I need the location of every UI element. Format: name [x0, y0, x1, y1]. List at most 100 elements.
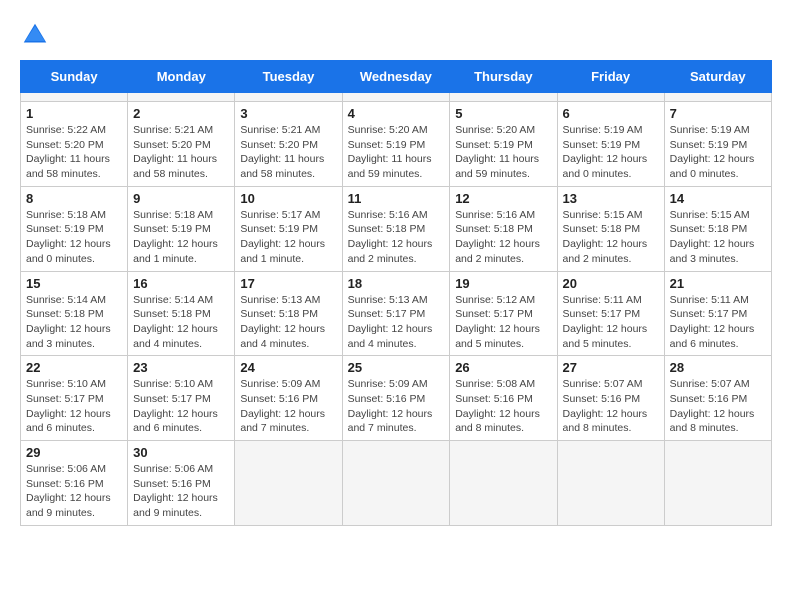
calendar: SundayMondayTuesdayWednesdayThursdayFrid…	[20, 60, 772, 526]
calendar-cell: 19 Sunrise: 5:12 AMSunset: 5:17 PMDayligh…	[450, 271, 557, 356]
calendar-cell: 20 Sunrise: 5:11 AMSunset: 5:17 PMDayligh…	[557, 271, 664, 356]
calendar-cell: 8 Sunrise: 5:18 AMSunset: 5:19 PMDaylight…	[21, 186, 128, 271]
calendar-cell	[235, 93, 342, 102]
day-info: Sunrise: 5:11 AMSunset: 5:17 PMDaylight:…	[563, 293, 659, 352]
day-info: Sunrise: 5:13 AMSunset: 5:18 PMDaylight:…	[240, 293, 336, 352]
day-info: Sunrise: 5:16 AMSunset: 5:18 PMDaylight:…	[348, 208, 445, 267]
day-number: 2	[133, 106, 229, 121]
day-info: Sunrise: 5:09 AMSunset: 5:16 PMDaylight:…	[240, 377, 336, 436]
calendar-week-4: 15Sunrise: 5:14 AMSunset: 5:18 PMDayligh…	[21, 271, 772, 356]
day-info: Sunrise: 5:20 AMSunset: 5:19 PMDaylight:…	[455, 123, 551, 182]
calendar-cell: 26 Sunrise: 5:08 AMSunset: 5:16 PMDayligh…	[450, 356, 557, 441]
day-info: Sunrise: 5:17 AMSunset: 5:19 PMDaylight:…	[240, 208, 336, 267]
day-number: 21	[670, 276, 766, 291]
calendar-cell: 25Sunrise: 5:09 AMSunset: 5:16 PMDayligh…	[342, 356, 450, 441]
calendar-week-6: 29 Sunrise: 5:06 AMSunset: 5:16 PMDayligh…	[21, 441, 772, 526]
calendar-cell: 5 Sunrise: 5:20 AMSunset: 5:19 PMDaylight…	[450, 102, 557, 187]
calendar-cell: 27Sunrise: 5:07 AMSunset: 5:16 PMDayligh…	[557, 356, 664, 441]
day-number: 29	[26, 445, 122, 460]
day-number: 5	[455, 106, 551, 121]
day-header-monday: Monday	[128, 61, 235, 93]
day-number: 9	[133, 191, 229, 206]
logo	[20, 20, 54, 50]
calendar-week-1	[21, 93, 772, 102]
day-header-tuesday: Tuesday	[235, 61, 342, 93]
calendar-cell: 2 Sunrise: 5:21 AMSunset: 5:20 PMDaylight…	[128, 102, 235, 187]
day-number: 19	[455, 276, 551, 291]
calendar-cell: 17Sunrise: 5:13 AMSunset: 5:18 PMDayligh…	[235, 271, 342, 356]
calendar-cell	[342, 93, 450, 102]
day-number: 30	[133, 445, 229, 460]
calendar-cell	[664, 441, 771, 526]
day-info: Sunrise: 5:11 AMSunset: 5:17 PMDaylight:…	[670, 293, 766, 352]
day-info: Sunrise: 5:14 AMSunset: 5:18 PMDaylight:…	[133, 293, 229, 352]
day-number: 10	[240, 191, 336, 206]
day-number: 6	[563, 106, 659, 121]
calendar-cell: 16Sunrise: 5:14 AMSunset: 5:18 PMDayligh…	[128, 271, 235, 356]
calendar-cell	[128, 93, 235, 102]
calendar-week-5: 22 Sunrise: 5:10 AMSunset: 5:17 PMDayligh…	[21, 356, 772, 441]
calendar-cell: 7Sunrise: 5:19 AMSunset: 5:19 PMDaylight…	[664, 102, 771, 187]
calendar-cell: 12 Sunrise: 5:16 AMSunset: 5:18 PMDayligh…	[450, 186, 557, 271]
calendar-cell	[664, 93, 771, 102]
day-info: Sunrise: 5:06 AMSunset: 5:16 PMDaylight:…	[26, 462, 122, 521]
calendar-cell: 21 Sunrise: 5:11 AMSunset: 5:17 PMDayligh…	[664, 271, 771, 356]
day-info: Sunrise: 5:18 AMSunset: 5:19 PMDaylight:…	[133, 208, 229, 267]
day-info: Sunrise: 5:16 AMSunset: 5:18 PMDaylight:…	[455, 208, 551, 267]
day-number: 22	[26, 360, 122, 375]
calendar-cell: 28 Sunrise: 5:07 AMSunset: 5:16 PMDayligh…	[664, 356, 771, 441]
day-number: 12	[455, 191, 551, 206]
calendar-cell: 24 Sunrise: 5:09 AMSunset: 5:16 PMDayligh…	[235, 356, 342, 441]
day-info: Sunrise: 5:07 AMSunset: 5:16 PMDaylight:…	[563, 377, 659, 436]
calendar-week-2: 1Sunrise: 5:22 AMSunset: 5:20 PMDaylight…	[21, 102, 772, 187]
day-number: 7	[670, 106, 766, 121]
calendar-header-row: SundayMondayTuesdayWednesdayThursdayFrid…	[21, 61, 772, 93]
day-info: Sunrise: 5:21 AMSunset: 5:20 PMDaylight:…	[240, 123, 336, 182]
day-info: Sunrise: 5:06 AMSunset: 5:16 PMDaylight:…	[133, 462, 229, 521]
calendar-cell	[450, 441, 557, 526]
day-info: Sunrise: 5:10 AMSunset: 5:17 PMDaylight:…	[26, 377, 122, 436]
day-info: Sunrise: 5:15 AMSunset: 5:18 PMDaylight:…	[563, 208, 659, 267]
calendar-cell: 18 Sunrise: 5:13 AMSunset: 5:17 PMDayligh…	[342, 271, 450, 356]
page-header	[20, 20, 772, 50]
day-number: 1	[26, 106, 122, 121]
day-info: Sunrise: 5:12 AMSunset: 5:17 PMDaylight:…	[455, 293, 551, 352]
day-header-friday: Friday	[557, 61, 664, 93]
day-number: 3	[240, 106, 336, 121]
day-header-sunday: Sunday	[21, 61, 128, 93]
day-number: 11	[348, 191, 445, 206]
calendar-cell: 13 Sunrise: 5:15 AMSunset: 5:18 PMDayligh…	[557, 186, 664, 271]
day-info: Sunrise: 5:15 AMSunset: 5:18 PMDaylight:…	[670, 208, 766, 267]
calendar-cell	[450, 93, 557, 102]
calendar-cell	[342, 441, 450, 526]
calendar-cell: 23Sunrise: 5:10 AMSunset: 5:17 PMDayligh…	[128, 356, 235, 441]
day-number: 23	[133, 360, 229, 375]
calendar-cell: 1Sunrise: 5:22 AMSunset: 5:20 PMDaylight…	[21, 102, 128, 187]
day-info: Sunrise: 5:09 AMSunset: 5:16 PMDaylight:…	[348, 377, 445, 436]
calendar-cell: 29 Sunrise: 5:06 AMSunset: 5:16 PMDayligh…	[21, 441, 128, 526]
calendar-cell	[557, 441, 664, 526]
calendar-cell	[21, 93, 128, 102]
calendar-week-3: 8 Sunrise: 5:18 AMSunset: 5:19 PMDaylight…	[21, 186, 772, 271]
day-info: Sunrise: 5:14 AMSunset: 5:18 PMDaylight:…	[26, 293, 122, 352]
day-number: 28	[670, 360, 766, 375]
calendar-cell: 15Sunrise: 5:14 AMSunset: 5:18 PMDayligh…	[21, 271, 128, 356]
day-number: 13	[563, 191, 659, 206]
day-number: 24	[240, 360, 336, 375]
calendar-cell: 11 Sunrise: 5:16 AMSunset: 5:18 PMDayligh…	[342, 186, 450, 271]
day-header-thursday: Thursday	[450, 61, 557, 93]
day-number: 18	[348, 276, 445, 291]
day-number: 8	[26, 191, 122, 206]
day-info: Sunrise: 5:07 AMSunset: 5:16 PMDaylight:…	[670, 377, 766, 436]
day-number: 4	[348, 106, 445, 121]
day-info: Sunrise: 5:13 AMSunset: 5:17 PMDaylight:…	[348, 293, 445, 352]
calendar-cell: 4Sunrise: 5:20 AMSunset: 5:19 PMDaylight…	[342, 102, 450, 187]
day-info: Sunrise: 5:08 AMSunset: 5:16 PMDaylight:…	[455, 377, 551, 436]
calendar-cell: 9 Sunrise: 5:18 AMSunset: 5:19 PMDaylight…	[128, 186, 235, 271]
day-number: 20	[563, 276, 659, 291]
logo-icon	[20, 20, 50, 50]
day-info: Sunrise: 5:18 AMSunset: 5:19 PMDaylight:…	[26, 208, 122, 267]
day-number: 26	[455, 360, 551, 375]
day-number: 14	[670, 191, 766, 206]
day-info: Sunrise: 5:21 AMSunset: 5:20 PMDaylight:…	[133, 123, 229, 182]
